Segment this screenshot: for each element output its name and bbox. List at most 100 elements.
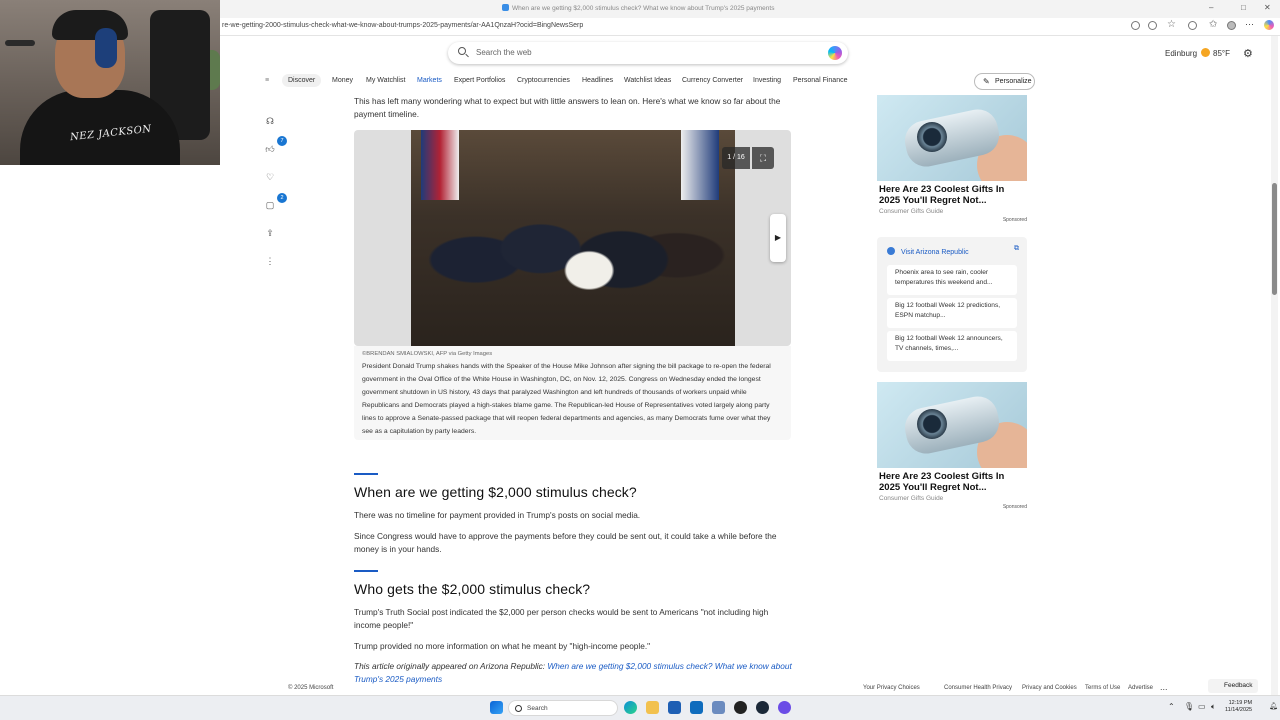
minimize-button[interactable]: – — [1209, 3, 1213, 12]
file-explorer-icon[interactable] — [646, 701, 659, 714]
webcam-shirt — [20, 90, 180, 165]
nav-my-watchlist[interactable]: My Watchlist — [366, 77, 405, 84]
listen-icon[interactable]: ☊ — [263, 116, 277, 130]
nav-expert-portfolios[interactable]: Expert Portfolios — [454, 77, 505, 84]
dislike-icon[interactable]: ♡ — [263, 172, 277, 186]
photo-caption-box: ©BRENDAN SMIALOWSKI, AFP via Getty Image… — [354, 346, 791, 440]
clock-date: 11/14/2025 — [1225, 707, 1253, 713]
favorite-star-icon[interactable]: ☆ — [1167, 19, 1176, 30]
more-menu-icon[interactable]: ⋯ — [1245, 19, 1254, 30]
share-icon[interactable]: ⇪ — [263, 228, 277, 242]
more-options-icon[interactable]: ⋮ — [263, 256, 277, 270]
gallery-photo[interactable] — [411, 130, 735, 346]
nav-markets[interactable]: Markets — [417, 77, 442, 84]
footer-privacy-choices[interactable]: Your Privacy Choices — [863, 685, 920, 691]
publisher-story[interactable]: Big 12 football Week 12 predictions, ESP… — [887, 298, 1017, 328]
volume-icon[interactable]: 🔈︎ — [1211, 702, 1216, 712]
ad-image[interactable] — [877, 382, 1027, 468]
publisher-story[interactable]: Phoenix area to see rain, cooler tempera… — [887, 265, 1017, 295]
tray-chevron-icon[interactable]: ⌃ — [1168, 702, 1175, 711]
paragraph: There was no timeline for payment provid… — [354, 510, 641, 520]
footer-privacy-cookies[interactable]: Privacy and Cookies — [1022, 685, 1077, 691]
reader-icon[interactable] — [1131, 21, 1140, 30]
like-icon[interactable]: 👍︎ — [263, 144, 277, 158]
intro-paragraph: This has left many wondering what to exp… — [354, 96, 781, 119]
ad-source: Consumer Gifts Guide — [879, 208, 944, 215]
copilot-sidebar-icon[interactable] — [1264, 20, 1274, 30]
gallery-next-button[interactable]: ▶ — [770, 214, 786, 262]
tab-title[interactable]: When are we getting $2,000 stimulus chec… — [512, 5, 774, 12]
nav-personal-finance[interactable]: Personal Finance — [793, 77, 847, 84]
settings-gear-icon[interactable]: ⚙ — [1243, 47, 1253, 60]
ad-lens — [917, 409, 947, 439]
page-footer: © 2025 Microsoft Your Privacy Choices Co… — [0, 681, 1280, 695]
section-accent — [354, 473, 378, 475]
display-icon[interactable]: ▭ — [1198, 702, 1206, 711]
section-heading-when: When are we getting $2,000 stimulus chec… — [354, 484, 637, 500]
copilot-icon[interactable] — [828, 46, 842, 60]
footer-health-privacy[interactable]: Consumer Health Privacy — [944, 685, 1012, 691]
nav-cryptocurrencies[interactable]: Cryptocurrencies — [517, 77, 570, 84]
edge-icon[interactable] — [624, 701, 637, 714]
comment-count-badge: 2 — [277, 193, 287, 203]
profile-avatar-icon[interactable] — [1227, 21, 1236, 30]
address-url[interactable]: re-we-getting-2000-stimulus-check-what-w… — [222, 22, 583, 29]
nav-discover[interactable]: Discover — [282, 74, 322, 87]
taskbar-clock[interactable]: 12:19 PM 11/14/2025 — [1225, 700, 1252, 714]
footer-terms[interactable]: Terms of Use — [1085, 685, 1120, 691]
app-icon[interactable] — [778, 701, 791, 714]
split-screen-icon[interactable] — [1188, 21, 1197, 30]
nav-money[interactable]: Money — [332, 77, 353, 84]
mic-icon[interactable]: 🎙︎ — [1184, 702, 1194, 711]
nav-watchlist-ideas[interactable]: Watchlist Ideas — [624, 77, 671, 84]
search-icon — [458, 47, 466, 55]
webcam-overlay: NEZ JACKSON — [0, 0, 220, 165]
publisher-logo-icon — [887, 247, 895, 255]
nav-currency-converter[interactable]: Currency Converter — [682, 77, 743, 84]
app-icon[interactable] — [712, 701, 725, 714]
external-link-icon[interactable]: ⧉ — [1014, 245, 1019, 253]
publisher-link[interactable]: Visit Arizona Republic — [887, 247, 969, 256]
feedback-button[interactable]: Feedback — [1208, 679, 1258, 693]
personalize-button[interactable]: Personalize — [974, 73, 1035, 90]
fullscreen-icon[interactable]: ⛶ — [752, 147, 774, 169]
gallery-counter: 1 / 16 — [722, 147, 750, 169]
sponsored-ad[interactable]: Here Are 23 Coolest Gifts In 2025 You'll… — [877, 382, 1027, 510]
steam-icon[interactable] — [756, 701, 769, 714]
outlook-icon[interactable] — [690, 701, 703, 714]
comment-icon[interactable]: ▢ — [263, 200, 277, 214]
favorites-icon[interactable]: ✩ — [1209, 19, 1217, 30]
taskbar-search[interactable]: Search — [508, 700, 618, 716]
maximize-button[interactable]: □ — [1241, 3, 1246, 12]
publisher-story[interactable]: Big 12 football Week 12 announcers, TV c… — [887, 331, 1017, 361]
scrollbar-thumb[interactable] — [1272, 183, 1277, 295]
temperature-label: 85°F — [1213, 49, 1231, 58]
search-placeholder: Search the web — [476, 48, 532, 57]
like-count-badge: 7 — [277, 136, 287, 146]
scrollbar-track[interactable] — [1271, 36, 1278, 695]
weather-widget[interactable]: Edinburg 85°F — [1165, 48, 1230, 58]
app-icon[interactable] — [734, 701, 747, 714]
menu-icon[interactable]: ≡ — [265, 77, 269, 84]
tab-favicon-icon — [502, 4, 509, 11]
start-windows-icon[interactable] — [490, 701, 503, 714]
sun-icon — [1201, 48, 1211, 57]
ad-title[interactable]: Here Are 23 Coolest Gifts In 2025 You'll… — [877, 181, 1027, 206]
web-search-box[interactable]: Search the web — [448, 42, 848, 64]
sponsored-ad[interactable]: Here Are 23 Coolest Gifts In 2025 You'll… — [877, 95, 1027, 223]
close-window-button[interactable]: ✕ — [1264, 3, 1271, 12]
taskbar — [0, 695, 1280, 720]
nav-headlines[interactable]: Headlines — [582, 77, 613, 84]
extension-icon[interactable] — [1148, 21, 1157, 30]
flag-decoration — [681, 130, 719, 200]
footer-advertise[interactable]: Advertise — [1128, 685, 1153, 691]
notification-icon[interactable]: 🔔︎ — [1269, 702, 1278, 710]
sponsored-label: Sponsored — [1002, 217, 1027, 223]
nav-investing[interactable]: Investing — [753, 77, 781, 84]
word-icon[interactable] — [668, 701, 681, 714]
ad-title[interactable]: Here Are 23 Coolest Gifts In 2025 You'll… — [877, 468, 1027, 493]
footer-more[interactable]: ... — [1160, 682, 1168, 692]
clock-time: 12:19 PM — [1228, 700, 1253, 706]
ad-source: Consumer Gifts Guide — [879, 495, 944, 502]
ad-image[interactable] — [877, 95, 1027, 181]
